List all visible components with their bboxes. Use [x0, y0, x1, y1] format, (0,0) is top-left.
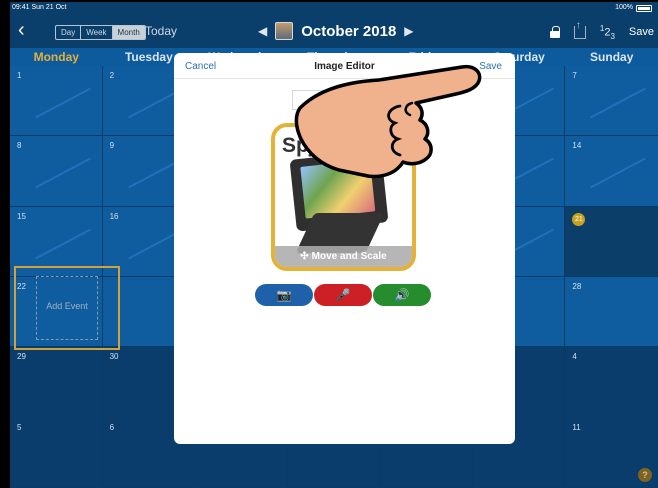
camera-icon: 📷: [276, 288, 292, 302]
month-navigation: ◀ October 2018 ▶: [258, 22, 414, 40]
status-bar: 09:41 Sun 21 Oct 100%: [10, 2, 658, 14]
profile-avatar-icon[interactable]: [275, 22, 294, 40]
microphone-button[interactable]: 🎤: [314, 284, 372, 306]
calendar-save-button[interactable]: Save: [629, 26, 654, 38]
help-icon[interactable]: ?: [637, 468, 652, 482]
pointing-hand-overlay: [294, 64, 482, 179]
speaker-button[interactable]: 🔊: [373, 284, 431, 306]
month-title: October 2018: [301, 22, 397, 40]
microphone-icon: 🎤: [335, 288, 351, 302]
add-event-label: Add Event: [46, 301, 88, 311]
back-icon[interactable]: ‹: [18, 20, 25, 40]
battery-icon: [636, 4, 652, 12]
ipad-screen: 09:41 Sun 21 Oct 100% ‹ Day Week Month T…: [10, 2, 658, 488]
weekday-sunday: Sunday: [590, 50, 634, 64]
next-month-arrow[interactable]: ▶: [404, 24, 413, 38]
today-badge: 21: [572, 212, 586, 226]
media-action-buttons: 📷 🎤 🔊: [255, 284, 432, 306]
toolbar-actions: 123 Save: [549, 20, 654, 41]
event-stripe: [590, 87, 647, 119]
day-cell[interactable]: 8: [10, 136, 103, 207]
today-button[interactable]: Today: [145, 24, 177, 38]
event-stripe: [590, 157, 647, 189]
day-cell[interactable]: 11?: [565, 417, 658, 488]
move-and-scale-bar[interactable]: ✣ Move and Scale: [275, 246, 412, 267]
number-icon[interactable]: 123: [600, 24, 615, 41]
lock-icon[interactable]: [549, 26, 560, 39]
weekday-monday: Monday: [33, 50, 79, 64]
today-day-cell[interactable]: 21: [565, 206, 658, 277]
day-view-tab[interactable]: Day: [56, 26, 82, 39]
share-icon[interactable]: [573, 20, 586, 39]
previous-month-arrow[interactable]: ◀: [258, 24, 267, 38]
camera-button[interactable]: 📷: [255, 284, 313, 306]
add-event-selection[interactable]: Add Event: [14, 266, 120, 350]
day-cell[interactable]: 1: [10, 66, 103, 137]
day-cell[interactable]: 29: [10, 347, 103, 418]
add-event-placeholder[interactable]: Add Event: [36, 276, 98, 340]
event-stripe: [35, 87, 91, 119]
view-segmented-control[interactable]: Day Week Month: [55, 25, 146, 40]
move-icon: ✣: [300, 251, 309, 262]
speaker-icon: 🔊: [394, 288, 410, 302]
status-time-date: 09:41 Sun 21 Oct: [12, 4, 67, 11]
month-view-tab[interactable]: Month: [112, 26, 145, 39]
calendar-toolbar: ‹ Day Week Month Today ◀ October 2018 ▶ …: [10, 14, 658, 48]
event-stripe: [35, 157, 91, 189]
event-stripe: [35, 228, 91, 260]
day-cell[interactable]: 14: [565, 136, 658, 207]
week-view-tab[interactable]: Week: [81, 26, 113, 39]
day-cell[interactable]: 5: [10, 417, 103, 488]
day-cell[interactable]: 28: [565, 277, 658, 348]
day-cell[interactable]: 7: [565, 66, 658, 137]
battery-indicator: 100%: [615, 2, 652, 14]
day-cell[interactable]: 4: [565, 347, 658, 418]
